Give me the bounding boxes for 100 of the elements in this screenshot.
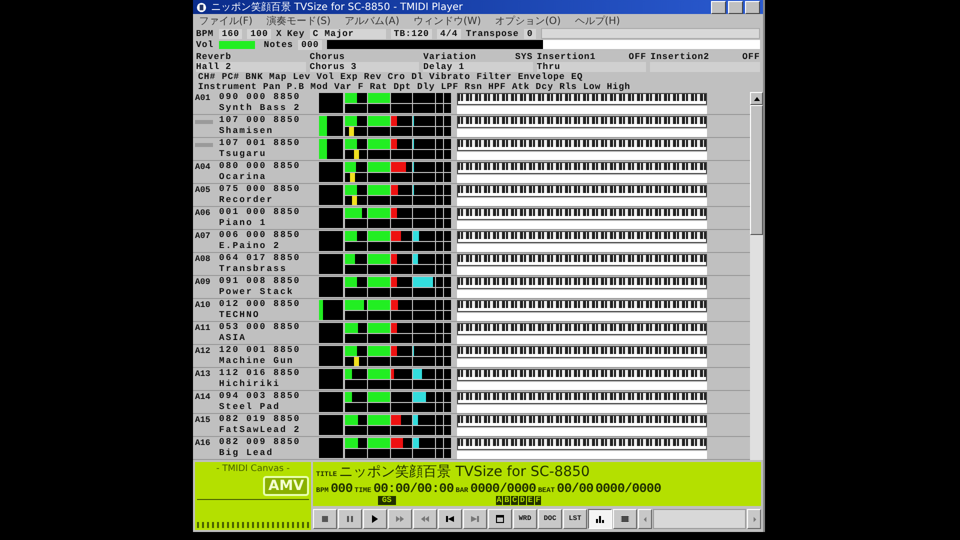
menu-item[interactable]: 演奏モード(S) — [266, 14, 331, 28]
pause-icon — [345, 514, 355, 524]
bpm-readout: 000 — [330, 481, 353, 496]
meter-cell — [368, 264, 390, 274]
part-badge: F — [534, 496, 542, 505]
column-header: Dcy — [536, 82, 554, 92]
program-number: 006 000 8850 — [219, 230, 302, 241]
effect-value: Chorus 3 — [310, 62, 420, 72]
meter-cell — [368, 334, 390, 343]
key-label: Key — [287, 28, 305, 38]
chart-button[interactable] — [588, 509, 612, 529]
forward-button[interactable] — [388, 509, 412, 529]
channel-label: A16 — [195, 437, 212, 450]
scrollbar-thumb[interactable] — [750, 105, 763, 235]
column-header: Rsn — [464, 82, 482, 92]
mode-badge: GS — [378, 496, 396, 505]
program-number: 075 000 8850 — [219, 184, 302, 195]
effect-name: Variation — [423, 52, 476, 62]
tick-readout: 0000/0000 — [595, 481, 662, 496]
menu-item[interactable]: ファイル(F) — [199, 14, 253, 28]
channel-label: A09 — [195, 276, 212, 289]
column-header: Filter — [476, 72, 512, 82]
next-button[interactable] — [463, 509, 487, 529]
menu-item[interactable]: ウィンドウ(W) — [413, 14, 482, 28]
instrument-name: Transbrass — [219, 264, 288, 275]
volume-label: Vol — [196, 40, 214, 50]
part-badge: D — [519, 496, 526, 505]
program-number: 053 000 8850 — [219, 322, 302, 333]
logo: AMV — [263, 476, 309, 496]
window-button[interactable] — [488, 509, 512, 529]
effect-state: OFF — [628, 52, 646, 62]
effect-state: SYS — [515, 52, 533, 62]
window-icon — [495, 514, 505, 524]
grid-button[interactable] — [613, 509, 637, 529]
transpose-label: Transpose — [466, 28, 519, 38]
key-value: C Major — [310, 28, 386, 38]
minimize-button[interactable] — [711, 0, 726, 14]
level-meter-track — [319, 208, 343, 228]
previous-icon — [445, 514, 455, 524]
instrument-name: Steel Pad — [219, 402, 282, 413]
level-meter-track — [319, 231, 343, 251]
canvas-title: - TMIDI Canvas - — [216, 464, 290, 474]
meter-cell — [368, 402, 390, 412]
meter-cell — [368, 288, 390, 297]
effect-name: Insertion2 — [650, 52, 710, 62]
column-header: EQ — [571, 72, 583, 82]
beat-readout: 00/00 — [556, 481, 594, 496]
play-button[interactable] — [363, 509, 387, 529]
level-meter-track — [319, 392, 343, 412]
column-header: LPF — [440, 82, 459, 92]
scroll-up-button[interactable] — [750, 92, 763, 105]
menu-item[interactable]: ヘルプ(H) — [574, 14, 620, 28]
instrument-name: Recorder — [219, 195, 274, 206]
meter-cell — [390, 104, 412, 113]
program-number: 120 001 8850 — [219, 345, 302, 356]
column-header: P.B — [286, 82, 304, 92]
column-header: Atk — [512, 82, 530, 92]
column-header: Dpt — [393, 82, 412, 92]
menu-item[interactable]: オプション(O) — [495, 14, 561, 28]
bar-readout: 0000/0000 — [470, 481, 536, 496]
instrument-name: TECHNO — [219, 310, 261, 321]
meter-cell — [368, 426, 390, 435]
close-button[interactable] — [745, 0, 760, 14]
column-header: HPF — [488, 82, 506, 92]
program-number: 112 016 8850 — [219, 368, 302, 379]
bpm-label: BPM — [196, 28, 214, 38]
menu-item[interactable]: アルバム(A) — [344, 14, 400, 28]
part-badge: C — [511, 496, 518, 505]
column-header: Low — [583, 82, 601, 92]
rewind-button[interactable] — [413, 509, 437, 529]
level-meter-track — [319, 93, 343, 113]
column-header: CH# — [198, 72, 216, 82]
time-signature: 4/4 — [437, 28, 461, 38]
rewind-icon — [420, 514, 430, 524]
previous-button[interactable] — [438, 509, 462, 529]
up-arrow-icon — [752, 94, 760, 102]
window-title: ニッポン笑顔百景 TVSize for SC-8850 - TMIDI Player — [211, 0, 464, 14]
column-header: Envelope — [518, 72, 566, 82]
channel-label: A15 — [195, 414, 212, 427]
meter-cell — [413, 104, 436, 113]
grid-icon — [620, 514, 630, 524]
stop-button[interactable] — [313, 509, 337, 529]
channel-marker — [195, 143, 213, 147]
tempo-percent: 100 — [247, 28, 272, 38]
instrument-name: FatSawLead 2 — [219, 425, 302, 436]
channel-marker — [195, 120, 213, 124]
pause-button[interactable] — [338, 509, 362, 529]
column-header: Pan — [263, 82, 281, 92]
program-number: 094 003 8850 — [219, 391, 302, 402]
meter-cell — [368, 380, 390, 389]
column-header: Map — [269, 72, 287, 82]
program-number: 091 008 8850 — [219, 276, 302, 287]
notes-count: 000 — [298, 40, 322, 50]
maximize-button[interactable] — [728, 0, 743, 14]
column-header: Lev — [292, 72, 311, 82]
program-number: 080 000 8850 — [219, 161, 302, 172]
app-icon — [196, 2, 207, 12]
program-number: 107 000 8850 — [219, 115, 302, 126]
time-readout: 00:00/00:00 — [373, 481, 454, 496]
channel-label: A01 — [195, 92, 212, 105]
